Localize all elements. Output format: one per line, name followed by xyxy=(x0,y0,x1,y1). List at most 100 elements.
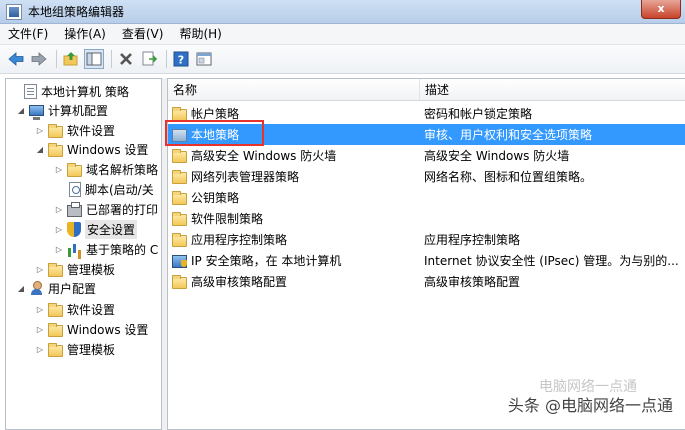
item-name: 高级安全 Windows 防火墙 xyxy=(191,149,337,163)
tree-item-label: 域名解析策略 xyxy=(86,162,159,177)
toolbar-separator xyxy=(111,50,112,68)
forward-button[interactable] xyxy=(29,49,49,69)
properties-button[interactable] xyxy=(194,49,214,69)
svg-text:?: ? xyxy=(178,54,184,67)
tree-expander[interactable]: ▷ xyxy=(54,244,64,254)
tree-item-user-software-settings[interactable]: ▷ 软件设置 xyxy=(35,299,115,319)
item-description: 网络名称、图标和位置组策略。 xyxy=(424,170,593,184)
folder-icon xyxy=(67,162,82,177)
tree-item-name-resolution-policy[interactable]: ▷ 域名解析策略 xyxy=(54,159,158,179)
help-button[interactable]: ? xyxy=(171,49,191,69)
navigation-tree[interactable]: 本地计算机 策略 ◢ 计算机配置 ▷ 软件设置 ◢ Windows 设置 ▷ 域… xyxy=(5,78,162,430)
folder-icon xyxy=(172,212,187,226)
tree-expander[interactable]: ◢ xyxy=(16,283,26,293)
user-icon xyxy=(29,280,44,296)
tree-item-deployed-printers[interactable]: ▷ 已部署的打印 xyxy=(54,199,158,219)
folder-icon xyxy=(48,123,63,138)
export-icon xyxy=(142,51,157,66)
folder-icon xyxy=(172,233,187,247)
item-name: 网络列表管理器策略 xyxy=(191,170,300,184)
export-list-button[interactable] xyxy=(139,49,159,69)
item-name: 公钥策略 xyxy=(191,191,240,205)
column-header-name[interactable]: 名称 xyxy=(168,79,420,101)
show-tree-icon xyxy=(86,52,102,66)
script-icon xyxy=(69,181,81,197)
tree-expander[interactable]: ◢ xyxy=(35,144,45,154)
back-button[interactable] xyxy=(6,49,26,69)
back-arrow-icon xyxy=(8,52,24,66)
item-description: 高级审核策略配置 xyxy=(424,275,521,289)
window-title: 本地组策略编辑器 xyxy=(28,5,125,19)
tree-expander[interactable]: ▷ xyxy=(35,264,45,274)
tree-expander[interactable]: ▷ xyxy=(35,324,45,334)
menu-bar: 文件(F) 操作(A) 查看(V) 帮助(H) xyxy=(0,24,685,45)
tree-expander xyxy=(54,184,64,194)
list-item-ip-security[interactable]: IP 安全策略，在 本地计算机 Internet 协议安全性 (IPsec) 管… xyxy=(168,250,685,271)
printer-icon xyxy=(67,201,82,217)
menu-view[interactable]: 查看(V) xyxy=(114,24,172,45)
item-description: Internet 协议安全性 (IPsec) 管理。为与别的... xyxy=(424,254,679,268)
tree-expander[interactable]: ◢ xyxy=(16,105,26,115)
tree-expander[interactable] xyxy=(10,86,20,96)
toolbar-separator xyxy=(56,50,57,68)
tree-item-policy-based-qos[interactable]: ▷ 基于策略的 C xyxy=(54,239,158,259)
list-item-application-control[interactable]: 应用程序控制策略 应用程序控制策略 xyxy=(168,229,685,250)
list-item-public-key-policies[interactable]: 公钥策略 xyxy=(168,187,685,208)
tree-item-computer-software-settings[interactable]: ▷ 软件设置 xyxy=(35,120,115,140)
tree-expander[interactable]: ▷ xyxy=(35,125,45,135)
tree-item-user-config[interactable]: ◢ 用户配置 xyxy=(16,278,96,298)
list-item-network-list-manager[interactable]: 网络列表管理器策略 网络名称、图标和位置组策略。 xyxy=(168,166,685,187)
tree-expander[interactable]: ▷ xyxy=(35,344,45,354)
item-name: 软件限制策略 xyxy=(191,212,264,226)
toolbar: ? xyxy=(0,45,685,74)
menu-file[interactable]: 文件(F) xyxy=(0,24,56,45)
tree-expander[interactable]: ▷ xyxy=(54,164,64,174)
tree-item-label: 软件设置 xyxy=(67,123,116,138)
tree-item-label: Windows 设置 xyxy=(67,322,149,337)
menu-help[interactable]: 帮助(H) xyxy=(171,24,229,45)
tree-item-computer-admin-templates[interactable]: ▷ 管理模板 xyxy=(35,259,115,279)
tree-item-computer-windows-settings[interactable]: ◢ Windows 设置 xyxy=(35,139,148,159)
list-item-advanced-audit[interactable]: 高级审核策略配置 高级审核策略配置 xyxy=(168,271,685,292)
column-header-description[interactable]: 描述 xyxy=(420,79,685,101)
item-description: 高级安全 Windows 防火墙 xyxy=(424,149,570,163)
menu-action[interactable]: 操作(A) xyxy=(56,24,114,45)
tree-item-user-admin-templates[interactable]: ▷ 管理模板 xyxy=(35,339,115,359)
item-name: 高级审核策略配置 xyxy=(191,275,288,289)
tree-item-user-windows-settings[interactable]: ▷ Windows 设置 xyxy=(35,319,148,339)
title-bar: 本地组策略编辑器 x xyxy=(0,0,685,24)
bar-chart-icon xyxy=(67,242,82,257)
policy-document-icon xyxy=(24,83,37,99)
folder-icon xyxy=(172,191,187,205)
annotation-highlight-box xyxy=(165,120,264,146)
item-name: IP 安全策略，在 本地计算机 xyxy=(191,254,342,268)
up-one-level-button[interactable] xyxy=(61,49,81,69)
show-hide-tree-button[interactable] xyxy=(84,49,104,69)
folder-icon xyxy=(48,342,63,357)
tree-expander[interactable]: ▷ xyxy=(54,224,64,234)
close-button[interactable]: x xyxy=(641,0,681,19)
tree-item-local-computer-policy[interactable]: 本地计算机 策略 xyxy=(10,81,129,101)
tree-item-scripts[interactable]: 脚本(启动/关 xyxy=(54,179,154,199)
tree-expander[interactable]: ▷ xyxy=(35,304,45,314)
list-item-software-restriction[interactable]: 软件限制策略 xyxy=(168,208,685,229)
help-icon: ? xyxy=(173,51,189,67)
tree-item-label: 脚本(启动/关 xyxy=(85,182,154,197)
item-description: 应用程序控制策略 xyxy=(424,233,521,247)
tree-item-label: 用户配置 xyxy=(48,281,97,296)
tree-item-label: 本地计算机 策略 xyxy=(41,84,129,99)
tree-expander[interactable]: ▷ xyxy=(54,204,64,214)
delete-button[interactable] xyxy=(116,49,136,69)
toolbar-separator xyxy=(166,50,167,68)
ip-security-icon xyxy=(172,253,187,268)
list-item-windows-firewall[interactable]: 高级安全 Windows 防火墙 高级安全 Windows 防火墙 xyxy=(168,145,685,166)
tree-item-security-settings[interactable]: ▷ 安全设置 xyxy=(54,219,138,239)
shield-icon xyxy=(67,221,81,237)
folder-icon xyxy=(48,322,63,337)
tree-item-computer-config[interactable]: ◢ 计算机配置 xyxy=(16,100,108,120)
app-icon xyxy=(6,3,22,20)
folder-icon xyxy=(172,275,187,289)
item-description: 密码和帐户锁定策略 xyxy=(424,107,533,121)
properties-icon xyxy=(196,52,212,66)
tree-item-label: Windows 设置 xyxy=(67,142,149,157)
